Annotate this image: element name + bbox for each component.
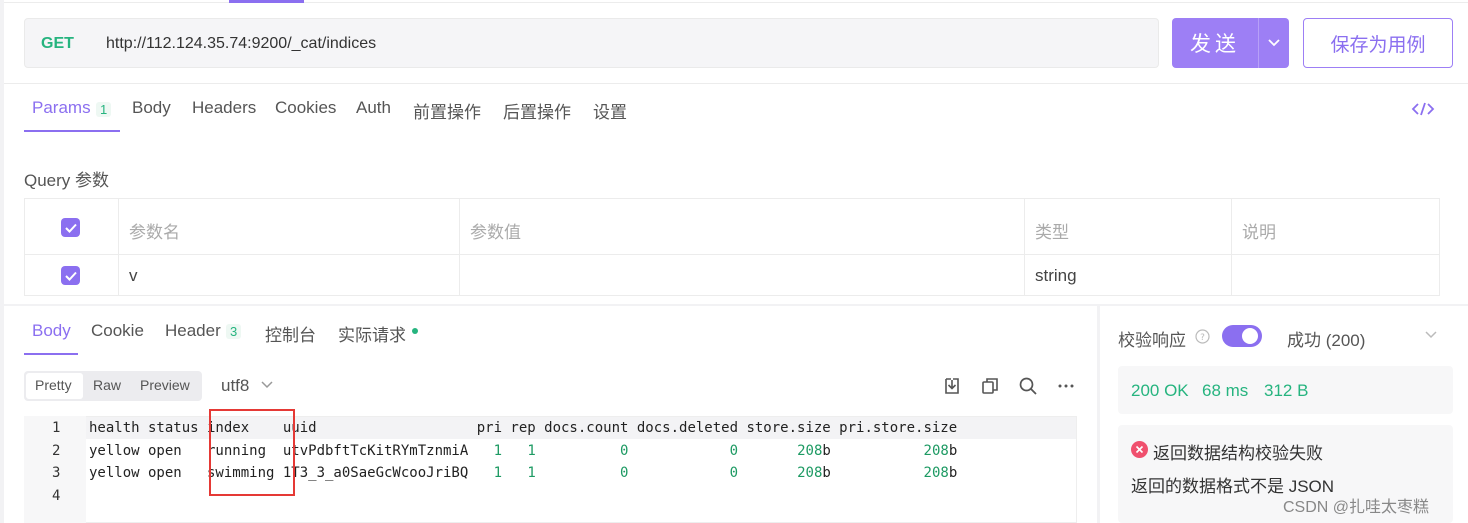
line-number: 3 — [52, 465, 61, 481]
save-as-case-button[interactable]: 保存为用例 — [1303, 18, 1453, 68]
tab-post-operations[interactable]: 后置操作 — [503, 98, 571, 123]
line-number: 2 — [52, 443, 61, 459]
header-count-badge: 3 — [226, 324, 242, 339]
error-title: 返回数据结构校验失败 — [1153, 444, 1323, 463]
status-code: 200 OK — [1131, 381, 1189, 400]
divider — [459, 198, 460, 296]
tab-underline — [24, 130, 120, 132]
svg-text:?: ? — [1200, 333, 1205, 343]
params-count-badge: 1 — [96, 102, 112, 117]
tab-auth[interactable]: Auth — [356, 98, 391, 118]
tab-body[interactable]: Body — [132, 98, 171, 118]
toggle-knob — [1242, 328, 1258, 344]
check-icon — [64, 271, 77, 281]
col-header-name: 参数名 — [129, 223, 180, 242]
tab-cookies[interactable]: Cookies — [275, 98, 336, 118]
col-header-desc: 说明 — [1242, 223, 1276, 242]
divider — [4, 83, 1468, 84]
send-button[interactable]: 发送 — [1172, 18, 1258, 68]
divider — [1024, 198, 1025, 296]
error-icon — [1131, 441, 1148, 458]
encoding-select[interactable]: utf8 — [221, 376, 249, 396]
code-icon[interactable] — [1411, 100, 1435, 118]
verify-response-label: 校验响应 — [1118, 331, 1186, 350]
help-icon[interactable]: ? — [1195, 329, 1210, 344]
status-dot — [412, 328, 418, 334]
chevron-down-icon[interactable] — [1424, 330, 1438, 340]
tab-params[interactable]: Params — [32, 98, 91, 118]
divider — [24, 254, 1440, 255]
col-header-value: 参数值 — [470, 223, 521, 242]
send-dropdown-button[interactable] — [1258, 18, 1289, 68]
query-params-label: Query 参数 — [24, 171, 110, 190]
more-icon[interactable] — [1056, 376, 1076, 396]
tab-settings[interactable]: 设置 — [593, 98, 627, 123]
tab-underline — [24, 353, 78, 355]
tab-pre-operations[interactable]: 前置操作 — [413, 98, 481, 123]
verify-result-select[interactable]: 成功 (200) — [1287, 326, 1365, 351]
col-header-type: 类型 — [1035, 223, 1069, 242]
resp-tab-cookie[interactable]: Cookie — [91, 321, 144, 341]
resp-tab-console[interactable]: 控制台 — [265, 321, 316, 346]
highlight-box — [209, 409, 295, 496]
chevron-down-icon[interactable] — [260, 380, 274, 390]
params-table — [24, 198, 1440, 296]
copy-icon[interactable] — [980, 376, 1000, 396]
divider — [4, 2, 1468, 3]
line-number: 1 — [52, 420, 61, 436]
search-icon[interactable] — [1018, 376, 1038, 396]
resp-tab-header[interactable]: Header — [165, 321, 221, 341]
param-type-select[interactable]: string — [1035, 266, 1077, 286]
response-time: 68 ms — [1202, 381, 1249, 400]
check-icon — [64, 223, 77, 233]
tab-headers[interactable]: Headers — [192, 98, 256, 118]
response-size: 312 B — [1264, 381, 1309, 400]
chevron-down-icon — [1268, 39, 1280, 47]
download-icon[interactable] — [942, 376, 962, 396]
method-select[interactable]: GET — [41, 35, 74, 53]
divider — [118, 198, 119, 296]
active-tab-indicator — [229, 0, 304, 3]
select-all-checkbox[interactable] — [61, 218, 80, 237]
divider — [1231, 198, 1232, 296]
resp-tab-body[interactable]: Body — [32, 321, 71, 341]
format-raw[interactable]: Raw — [93, 377, 121, 393]
line-number: 4 — [52, 488, 61, 504]
param-name-input[interactable]: v — [129, 266, 138, 286]
url-input[interactable]: http://112.124.35.74:9200/_cat/indices — [106, 35, 376, 53]
format-preview[interactable]: Preview — [140, 377, 190, 393]
watermark: CSDN @扎哇太枣糕 — [1283, 499, 1430, 516]
format-pretty[interactable]: Pretty — [35, 377, 72, 393]
resp-tab-actual-request[interactable]: 实际请求 — [338, 321, 406, 346]
row-checkbox[interactable] — [61, 266, 80, 285]
